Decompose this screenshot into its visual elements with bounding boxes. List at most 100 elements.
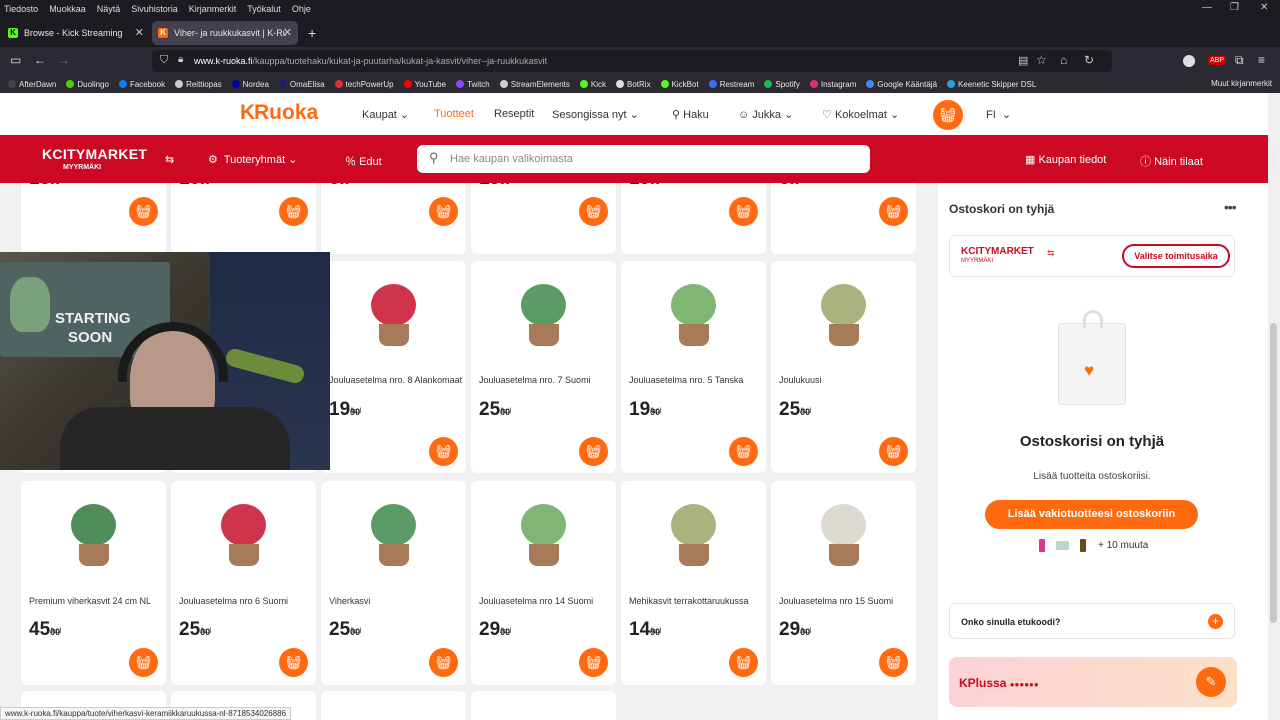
product-image[interactable]	[501, 496, 586, 576]
choose-delivery-time-button[interactable]: Valitse toimitusaika	[1122, 244, 1230, 268]
menu-view[interactable]: Näytä	[97, 4, 121, 14]
product-image[interactable]	[651, 496, 736, 576]
product-name[interactable]: Jouluasetelma nro 15 Suomi	[779, 595, 914, 607]
bookmark-item[interactable]: Keenetic Skipper DSL	[947, 80, 1036, 89]
product-card[interactable]: Premium viherkasvit 24 cm NL 45 00/kpl 🧺︎	[21, 481, 166, 685]
bookmark-item[interactable]: Google Kääntäjä	[866, 80, 937, 89]
add-to-cart-button[interactable]: 🧺︎	[579, 197, 608, 226]
back-icon[interactable]: ←	[34, 53, 46, 67]
product-search-input[interactable]: ⚲ Hae kaupan valikoimasta	[417, 145, 870, 173]
product-image[interactable]	[201, 496, 286, 576]
switch-store-icon[interactable]: ⇆	[1047, 248, 1055, 259]
how-to-order-button[interactable]: ⓘ Näin tilaat	[1140, 153, 1203, 169]
reload-icon[interactable]: ↻	[1084, 53, 1094, 67]
bookmark-item[interactable]: YouTube	[403, 80, 446, 89]
menu-help[interactable]: Ohje	[292, 4, 311, 14]
product-name[interactable]: Jouluasetelma nro. 5 Tanska	[629, 374, 764, 386]
product-card[interactable]: Jouluasetelma nro 14 Suomi 29 00/kpl 🧺︎	[471, 481, 616, 685]
bookmark-item[interactable]: AfterDawn	[8, 80, 56, 89]
kruoka-logo[interactable]: KRuoka	[240, 101, 318, 125]
product-card[interactable]	[471, 691, 616, 720]
bookmark-item[interactable]: Restream	[708, 80, 754, 89]
bookmark-item[interactable]: Duolingo	[66, 80, 109, 89]
product-image[interactable]	[651, 276, 736, 356]
store-logo[interactable]: KCITYMARKET	[42, 146, 147, 162]
add-to-cart-button[interactable]: 🧺︎	[729, 437, 758, 466]
product-card[interactable]: Jouluasetelma nro 6 Suomi 25 00/kpl 🧺︎	[171, 481, 316, 685]
nav-sesongissa[interactable]: Sesongissa nyt ⌄	[552, 108, 639, 121]
bookmark-item[interactable]: Kick	[579, 80, 606, 89]
close-tab-icon[interactable]: ✕	[135, 26, 144, 39]
add-to-cart-button[interactable]: 🧺︎	[279, 197, 308, 226]
nav-user[interactable]: ☺ Jukka ⌄	[738, 108, 793, 121]
bookmark-item[interactable]: KickBot	[660, 80, 699, 89]
add-to-cart-button[interactable]: 🧺︎	[129, 197, 158, 226]
product-image[interactable]	[801, 276, 886, 356]
product-card[interactable]: Joulukuusi 25 00/kpl 🧺︎	[771, 261, 916, 473]
nav-kaupat[interactable]: Kaupat ⌄	[362, 108, 409, 121]
product-name[interactable]: Premium viherkasvit 24 cm NL	[29, 595, 164, 607]
menu-edit[interactable]: Muokkaa	[49, 4, 86, 14]
nav-haku[interactable]: ⚲ Haku	[672, 108, 709, 121]
add-to-cart-button[interactable]: 🧺︎	[129, 648, 158, 677]
shield-icon[interactable]: ⛉	[160, 54, 168, 67]
product-card[interactable]: Alankomaat1990/kpl🧺︎	[471, 183, 616, 254]
product-card[interactable]: Viherkasvi 25 00/kpl 🧺︎	[321, 481, 466, 685]
product-name[interactable]: Viherkasvi	[329, 595, 464, 607]
add-to-cart-button[interactable]: 🧺︎	[729, 197, 758, 226]
account-icon[interactable]	[1183, 55, 1195, 67]
tab-kick[interactable]: K Browse - Kick Streaming ✕	[2, 21, 150, 45]
nav-kokoelmat[interactable]: ♡ Kokoelmat ⌄	[822, 108, 899, 121]
reader-view-icon[interactable]: ▤	[1018, 54, 1028, 67]
product-card[interactable]: keramiikkaruukku 50cm NL1090/kpl🧺︎	[171, 183, 316, 254]
bookmark-item[interactable]: StreamElements	[499, 80, 570, 89]
product-card[interactable]: Jouluasetelma nro. 5 Tanska 19 90/kpl 🧺︎	[621, 261, 766, 473]
url-bar[interactable]: ⛉ 🔒︎ www.k-ruoka.fi/kauppa/tuotehaku/kuk…	[152, 50, 1112, 72]
minimize-icon[interactable]: —	[1202, 2, 1212, 13]
add-to-cart-button[interactable]: 🧺︎	[429, 648, 458, 677]
add-to-cart-button[interactable]: 🧺︎	[579, 437, 608, 466]
product-card[interactable]: 1990/kpl 🧺︎	[621, 183, 766, 254]
product-card[interactable]	[321, 691, 466, 720]
language-select[interactable]: FI ⌄	[986, 108, 1011, 121]
product-card[interactable]: 690/kpl 🧺︎	[321, 183, 466, 254]
product-card[interactable]: 1590/kpl 🧺︎	[21, 183, 166, 254]
bookmark-item[interactable]: Facebook	[118, 80, 165, 89]
add-to-cart-button[interactable]: 🧺︎	[429, 437, 458, 466]
menu-history[interactable]: Sivuhistoria	[131, 4, 178, 14]
product-image[interactable]	[801, 496, 886, 576]
add-to-cart-button[interactable]: 🧺︎	[429, 197, 458, 226]
home-icon[interactable]: ⌂	[1060, 53, 1067, 67]
sidebar-icon[interactable]: ▭	[10, 53, 21, 67]
other-bookmarks[interactable]: Muut kirjanmerkit	[1211, 79, 1272, 88]
hamburger-menu-icon[interactable]: ≡	[1258, 53, 1265, 67]
bookmark-item[interactable]: Twitch	[456, 80, 490, 89]
add-to-cart-button[interactable]: 🧺︎	[579, 648, 608, 677]
extensions-icon[interactable]: ⧉	[1235, 53, 1244, 68]
add-to-cart-button[interactable]: 🧺︎	[279, 648, 308, 677]
scrollbar-thumb[interactable]	[1270, 323, 1277, 623]
promo-code-row[interactable]: Onko sinulla etukoodi? +	[949, 603, 1235, 639]
restore-icon[interactable]: ❐	[1230, 2, 1239, 13]
product-card[interactable]: Jouluasetelma nro. 8 Alankomaat 19 90/kpl 🧺…	[321, 261, 466, 473]
product-name[interactable]: Jouluasetelma nro 14 Suomi	[479, 595, 614, 607]
product-name[interactable]: Mehikasvit terrakottaruukussa	[629, 595, 764, 607]
product-name[interactable]: Joulukuusi	[779, 374, 914, 386]
product-card[interactable]: kirsanteemi690/kpl🧺︎	[771, 183, 916, 254]
product-groups-button[interactable]: ⚙ Tuoteryhmät ⌄	[208, 153, 297, 166]
store-info-button[interactable]: ▦ Kaupan tiedot	[1025, 153, 1106, 166]
product-card[interactable]: Jouluasetelma nro. 7 Suomi 25 00/kpl 🧺︎	[471, 261, 616, 473]
add-to-cart-button[interactable]: 🧺︎	[879, 437, 908, 466]
tab-kruoka[interactable]: K Viher- ja ruukkukasvit | K-Ruok ✕	[152, 21, 298, 45]
bookmark-item[interactable]: Nordea	[231, 80, 269, 89]
product-name[interactable]: Jouluasetelma nro 6 Suomi	[179, 595, 314, 607]
bookmark-item[interactable]: Reittiopas	[175, 80, 222, 89]
lock-icon[interactable]: 🔒︎	[178, 54, 183, 65]
offers-button[interactable]: ％ Edut	[345, 153, 382, 169]
new-tab-icon[interactable]: +	[308, 25, 316, 41]
edit-icon[interactable]: ✎	[1196, 667, 1226, 697]
bookmark-item[interactable]: techPowerUp	[334, 80, 394, 89]
forward-icon[interactable]: →	[58, 53, 70, 67]
switch-store-icon[interactable]: ⇆	[165, 153, 174, 166]
product-name[interactable]: Jouluasetelma nro. 8 Alankomaat	[329, 374, 464, 386]
